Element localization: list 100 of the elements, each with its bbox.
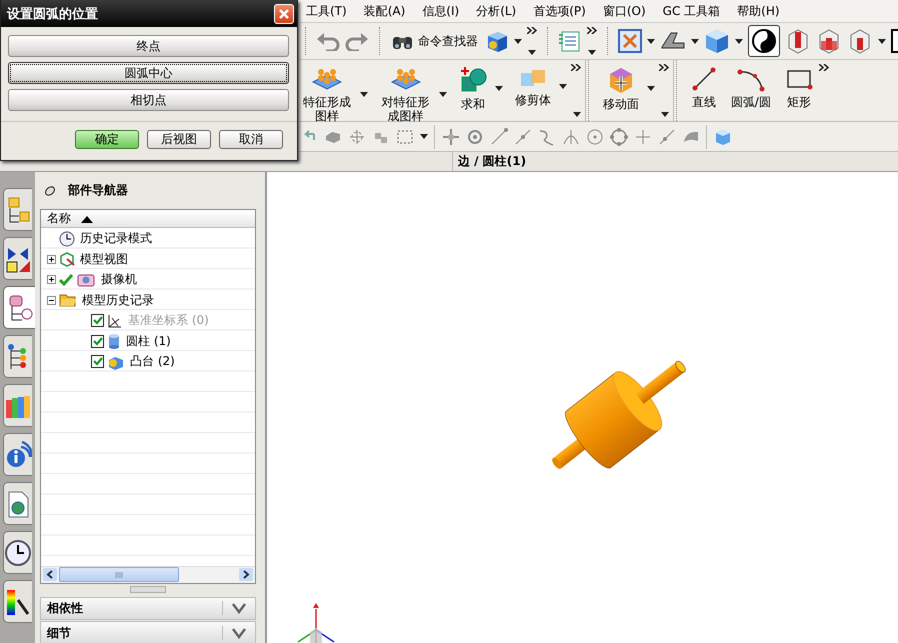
pattern-feature-icon[interactable] <box>390 66 421 92</box>
history-icon <box>4 538 32 566</box>
caret-icon[interactable] <box>660 112 669 117</box>
caret-icon[interactable] <box>572 112 581 117</box>
dialog-button[interactable]: 后视图 <box>147 130 211 149</box>
dialog-button[interactable]: 确定 <box>75 130 139 149</box>
redo-icon[interactable] <box>345 31 369 51</box>
collapse-icon[interactable] <box>47 296 56 305</box>
dialog-title: 设置圆弧的位置 <box>7 6 98 22</box>
quadrant-icon[interactable] <box>610 128 628 146</box>
model-view-icon <box>59 251 75 268</box>
axis-triad-drawing <box>298 603 334 643</box>
menu-item[interactable]: 分析(L) <box>472 2 520 20</box>
option-button[interactable]: 终点 <box>8 35 289 57</box>
menu-item[interactable]: 工具(T) <box>302 2 351 20</box>
close-button[interactable] <box>274 4 294 24</box>
unite-icon[interactable] <box>458 66 487 94</box>
caret-icon[interactable] <box>420 134 428 139</box>
plus-icon[interactable] <box>634 128 652 146</box>
command-finder-button[interactable]: 命令查找器 <box>390 30 480 52</box>
tree-item[interactable]: 模型视图 <box>78 250 128 268</box>
caret-icon[interactable] <box>438 92 447 97</box>
menu-item[interactable]: 首选项(P) <box>529 2 590 20</box>
expand-icon[interactable] <box>47 254 56 264</box>
tree-item[interactable]: 摄像机 <box>99 271 137 288</box>
ribbon-button[interactable]: 求和 <box>456 64 489 113</box>
horizontal-scrollbar[interactable] <box>41 566 255 583</box>
cylinder-icon <box>107 333 121 350</box>
ribbon-button[interactable]: 修剪体 <box>512 64 553 109</box>
overflow-icon[interactable] <box>570 64 581 71</box>
navigator-tab[interactable] <box>3 335 32 378</box>
info-icon <box>4 440 32 468</box>
overflow-icon[interactable] <box>527 27 537 34</box>
navigator-tab[interactable] <box>3 286 35 329</box>
endpoint-icon[interactable] <box>490 128 508 146</box>
tree-item[interactable]: 圆柱 (1) <box>124 332 171 350</box>
ribbon-button[interactable]: 矩形 <box>782 64 815 111</box>
option-button[interactable]: 相切点 <box>8 89 289 111</box>
panel-title: 部件导航器 <box>68 182 128 200</box>
point-on-curve-icon[interactable] <box>658 128 676 146</box>
curve-icon[interactable] <box>538 128 556 146</box>
option-button[interactable]: 圆弧中心 <box>8 62 289 84</box>
navigator-tab[interactable] <box>3 580 32 623</box>
overflow-icon[interactable] <box>587 27 597 34</box>
pattern-feature-icon[interactable] <box>312 66 342 92</box>
camera-icon <box>76 272 96 288</box>
line-icon[interactable] <box>690 66 717 92</box>
checkbox-icon[interactable] <box>91 355 104 368</box>
shaded-cube-icon[interactable] <box>704 28 730 54</box>
expand-icon[interactable] <box>47 275 56 284</box>
render-style-button[interactable] <box>748 25 780 57</box>
tree-item[interactable]: 凸台 (2) <box>128 353 175 370</box>
navigator-tab[interactable] <box>3 237 32 280</box>
menu-item[interactable]: 窗口(O) <box>598 2 650 20</box>
section-header[interactable]: 细节 <box>40 621 256 643</box>
midpoint-icon[interactable] <box>514 128 532 146</box>
tree-item[interactable]: 历史记录模式 <box>78 230 152 248</box>
menu-item[interactable]: 信息(I) <box>418 2 464 20</box>
ribbon-button[interactable]: 移动面 <box>600 64 641 113</box>
column-header[interactable]: 名称 <box>41 210 255 228</box>
dialog-button[interactable]: 取消 <box>219 130 283 149</box>
clock-icon <box>59 230 75 247</box>
selection-rectangle-icon[interactable] <box>396 128 414 146</box>
menu-item[interactable]: GC 工具箱 <box>658 2 724 20</box>
ribbon-button[interactable]: 直线 <box>688 64 719 111</box>
cube-icon[interactable] <box>485 29 509 53</box>
menu-item[interactable]: 装配(A) <box>360 2 410 20</box>
navigator-tab[interactable] <box>3 531 32 574</box>
ribbon-button[interactable]: 圆弧/圆 <box>728 64 773 111</box>
half-circle-icon <box>751 28 777 54</box>
splitter-handle[interactable] <box>130 586 166 594</box>
grip-icon <box>115 572 123 578</box>
sort-ascending-icon <box>81 214 93 223</box>
tree-item[interactable]: 模型历史记录 <box>80 292 154 309</box>
close-icon <box>278 8 290 20</box>
overflow-icon[interactable] <box>658 64 669 71</box>
palette-icon <box>4 588 32 616</box>
section-header[interactable]: 相依性 <box>40 596 256 620</box>
caret-icon[interactable] <box>588 50 596 55</box>
status-text: 边 / 圆柱(1) <box>457 153 526 170</box>
checkbox-icon[interactable] <box>91 334 104 348</box>
vertex-icon[interactable] <box>442 128 460 146</box>
scroll-right-icon <box>239 568 253 582</box>
toolbar-icon[interactable] <box>891 28 898 54</box>
caret-icon[interactable] <box>691 38 699 44</box>
caret-icon[interactable] <box>494 86 503 91</box>
center-icon[interactable] <box>586 128 604 146</box>
caret-icon[interactable] <box>735 38 743 44</box>
navigator-tab[interactable] <box>3 188 32 231</box>
undo-icon[interactable] <box>316 31 340 51</box>
caret-icon[interactable] <box>878 38 886 44</box>
fit-view-icon[interactable] <box>618 29 642 53</box>
caret-icon[interactable] <box>647 38 655 44</box>
caret-icon[interactable] <box>558 84 567 89</box>
intersection-icon[interactable] <box>562 128 580 146</box>
menu-item[interactable]: 帮助(H) <box>733 2 784 20</box>
overflow-icon[interactable] <box>818 64 829 71</box>
caret-icon[interactable] <box>360 92 368 97</box>
caret-icon[interactable] <box>646 86 655 91</box>
list-icon[interactable] <box>558 29 582 53</box>
